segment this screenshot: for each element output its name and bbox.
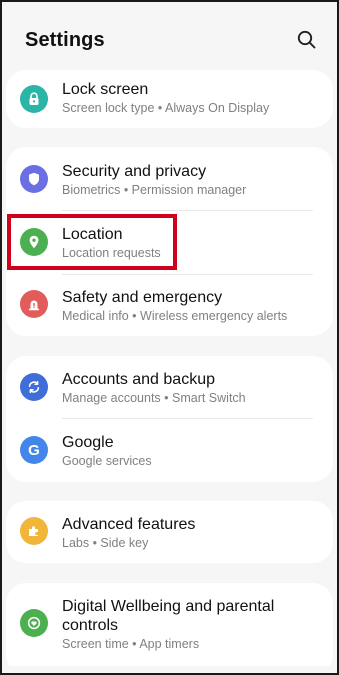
item-subtitle: Labs • Side key: [62, 536, 149, 550]
item-label: Security and privacy: [62, 163, 207, 180]
settings-item-advanced-features[interactable]: Advanced features Labs • Side key: [6, 501, 333, 563]
settings-group-5: Digital Wellbeing and parental controls …: [6, 583, 333, 675]
item-subtitle: Screen time • App timers: [62, 637, 200, 651]
item-subtitle: Screen lock type • Always On Display: [62, 101, 270, 115]
lock-icon: [20, 85, 48, 113]
alert-icon: [20, 290, 48, 318]
settings-group-3: Accounts and backup Manage accounts • Sm…: [6, 356, 333, 482]
app-header: Settings: [0, 0, 339, 72]
google-icon: G: [20, 436, 48, 464]
settings-item-accounts-backup[interactable]: Accounts and backup Manage accounts • Sm…: [6, 356, 333, 418]
item-subtitle: Google services: [62, 454, 152, 468]
item-label: Lock screen: [62, 81, 149, 98]
item-label: Accounts and backup: [62, 371, 215, 388]
highlight-box: [7, 214, 177, 270]
search-button[interactable]: [295, 28, 319, 52]
wellbeing-icon: [20, 609, 48, 637]
settings-group-1: Lock screen Screen lock type • Always On…: [6, 70, 333, 128]
puzzle-icon: [20, 517, 48, 545]
page-title: Settings: [25, 29, 105, 51]
settings-item-lock-screen[interactable]: Lock screen Screen lock type • Always On…: [6, 70, 333, 128]
settings-item-security-privacy[interactable]: Security and privacy Biometrics • Permis…: [6, 147, 333, 210]
settings-item-safety-emergency[interactable]: Safety and emergency Medical info • Wire…: [6, 275, 333, 336]
item-subtitle: Manage accounts • Smart Switch: [62, 391, 246, 405]
search-icon: [297, 30, 316, 49]
bottom-edge: [0, 666, 339, 675]
shield-icon: [20, 165, 48, 193]
item-label: Advanced features: [62, 516, 196, 533]
settings-item-google[interactable]: G Google Google services: [6, 419, 333, 482]
settings-item-digital-wellbeing[interactable]: Digital Wellbeing and parental controls …: [6, 583, 333, 663]
item-label: Digital Wellbeing and parental: [62, 598, 275, 615]
item-label: Google: [62, 434, 114, 451]
item-subtitle: Medical info • Wireless emergency alerts: [62, 309, 288, 323]
settings-group-4: Advanced features Labs • Side key: [6, 501, 333, 563]
item-label-line2: controls: [62, 617, 119, 634]
item-subtitle: Biometrics • Permission manager: [62, 183, 247, 197]
sync-icon: [20, 373, 48, 401]
item-label: Safety and emergency: [62, 289, 223, 306]
